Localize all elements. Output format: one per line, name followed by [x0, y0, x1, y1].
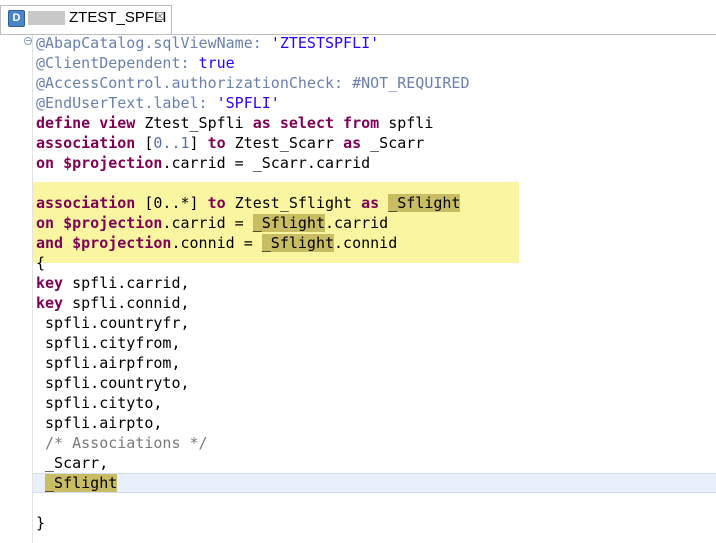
code-line[interactable]: @ClientDependent: true — [36, 53, 469, 73]
code-line[interactable]: on $projection.carrid = _Scarr.carrid — [36, 153, 469, 173]
tab-ztest-spfli[interactable]: D ZTEST_SPFLI ☒ — [0, 5, 172, 34]
code-token: spfli.connid, — [63, 294, 190, 312]
code-token: .connid = — [171, 234, 262, 252]
code-token: @ClientDependent: — [36, 54, 199, 72]
code-line[interactable] — [36, 173, 469, 193]
code-line[interactable]: spfli.cityfrom, — [36, 333, 469, 353]
code-token: spfli.countryto, — [36, 374, 190, 392]
occurrence-highlight: _Sflight — [388, 194, 461, 212]
code-token: [ — [135, 134, 154, 152]
code-line[interactable]: spfli.countryto, — [36, 373, 469, 393]
code-token: spfli.airpto, — [36, 414, 163, 432]
occurrence-highlight: _Sflight — [252, 214, 325, 232]
code-token: to — [207, 134, 226, 152]
code-token: key — [36, 294, 64, 312]
code-token: Ztest_Scarr — [225, 134, 344, 152]
code-token: on — [36, 214, 55, 232]
code-token: Ztest_Sflight — [225, 194, 362, 212]
code-token: 'SPFLI' — [216, 94, 280, 112]
code-line[interactable]: @AbapCatalog.sqlViewName: 'ZTESTSPFLI' — [36, 33, 469, 53]
redacted-prefix — [28, 11, 65, 25]
code-line[interactable]: _Scarr, — [36, 453, 469, 473]
code-token: .carrid = _Scarr.carrid — [162, 154, 371, 172]
code-line[interactable]: spfli.cityto, — [36, 393, 469, 413]
code-token: .connid — [334, 234, 398, 252]
code-line[interactable]: and $projection.connid = _Sflight.connid — [36, 233, 469, 253]
code-line[interactable]: association [0..*] to Ztest_Sflight as _… — [36, 193, 469, 213]
code-token: /* Associations */ — [36, 434, 208, 452]
code-line[interactable]: } — [36, 513, 469, 533]
code-token: on — [36, 154, 55, 172]
code-token: true — [198, 54, 235, 72]
editor-tab-bar: D ZTEST_SPFLI ☒ — [0, 0, 716, 35]
code-line[interactable]: spfli.airpfrom, — [36, 353, 469, 373]
code-token: association — [36, 194, 136, 212]
code-line[interactable]: define view Ztest_Spfli as select from s… — [36, 113, 469, 133]
code-token: [0..*] — [135, 194, 208, 212]
code-token: $projection — [72, 234, 172, 252]
code-token: association — [36, 134, 136, 152]
code-token: define view — [36, 114, 136, 132]
code-line[interactable] — [36, 493, 469, 513]
code-token: @AccessControl.authorizationCheck: #NOT_… — [36, 74, 470, 92]
code-token: $projection — [63, 214, 163, 232]
code-line[interactable]: @EndUserText.label: 'SPFLI' — [36, 93, 469, 113]
code-line[interactable]: key spfli.connid, — [36, 293, 469, 313]
code-token: ] — [189, 134, 208, 152]
code-token: and — [36, 234, 64, 252]
code-token: spfli.countryfr, — [36, 314, 190, 332]
code-token: spfli.cityto, — [36, 394, 163, 412]
code-token: @EndUserText.label: — [36, 94, 217, 112]
code-token: _Scarr — [361, 134, 425, 152]
code-token: $projection — [63, 154, 163, 172]
code-token: { — [36, 254, 46, 272]
close-icon[interactable]: ☒ — [155, 10, 165, 24]
code-line[interactable]: key spfli.carrid, — [36, 273, 469, 293]
code-line[interactable]: association [0..1] to Ztest_Scarr as _Sc… — [36, 133, 469, 153]
code-token: spfli — [379, 114, 434, 132]
code-token: spfli.carrid, — [63, 274, 190, 292]
code-token: key — [36, 274, 64, 292]
tab-title: ZTEST_SPFLI — [69, 9, 167, 26]
code-line[interactable]: @AccessControl.authorizationCheck: #NOT_… — [36, 73, 469, 93]
code-token: _Scarr, — [36, 454, 109, 472]
editor-gutter — [32, 35, 33, 543]
code-token: as — [343, 134, 362, 152]
code-token: spfli.airpfrom, — [36, 354, 181, 372]
code-token: Ztest_Spfli — [135, 114, 253, 132]
code-token: 'ZTESTSPFLI' — [270, 34, 380, 52]
code-token: .carrid — [325, 214, 389, 232]
code-token: as select from — [252, 114, 380, 132]
code-token: to — [207, 194, 226, 212]
code-token: @AbapCatalog.sqlViewName: — [36, 34, 271, 52]
code-line[interactable]: { — [36, 253, 469, 273]
code-line[interactable]: /* Associations */ — [36, 433, 469, 453]
code-line[interactable]: spfli.countryfr, — [36, 313, 469, 333]
code-token: as — [361, 194, 380, 212]
occurrence-highlight: _Sflight — [45, 474, 118, 492]
code-line[interactable]: on $projection.carrid = _Sflight.carrid — [36, 213, 469, 233]
fold-collapse-icon[interactable]: − — [24, 37, 32, 45]
code-line[interactable]: spfli.airpto, — [36, 413, 469, 433]
ddl-source-icon: D — [8, 10, 25, 27]
occurrence-highlight: _Sflight — [261, 234, 335, 252]
code-token: } — [36, 514, 46, 532]
code-token: .carrid = — [162, 214, 253, 232]
code-token: 0..1 — [153, 134, 190, 152]
code-editor[interactable]: @AbapCatalog.sqlViewName: 'ZTESTSPFLI' @C… — [36, 33, 469, 533]
code-token: spfli.cityfrom, — [36, 334, 181, 352]
code-line[interactable]: _Sflight — [36, 473, 469, 493]
